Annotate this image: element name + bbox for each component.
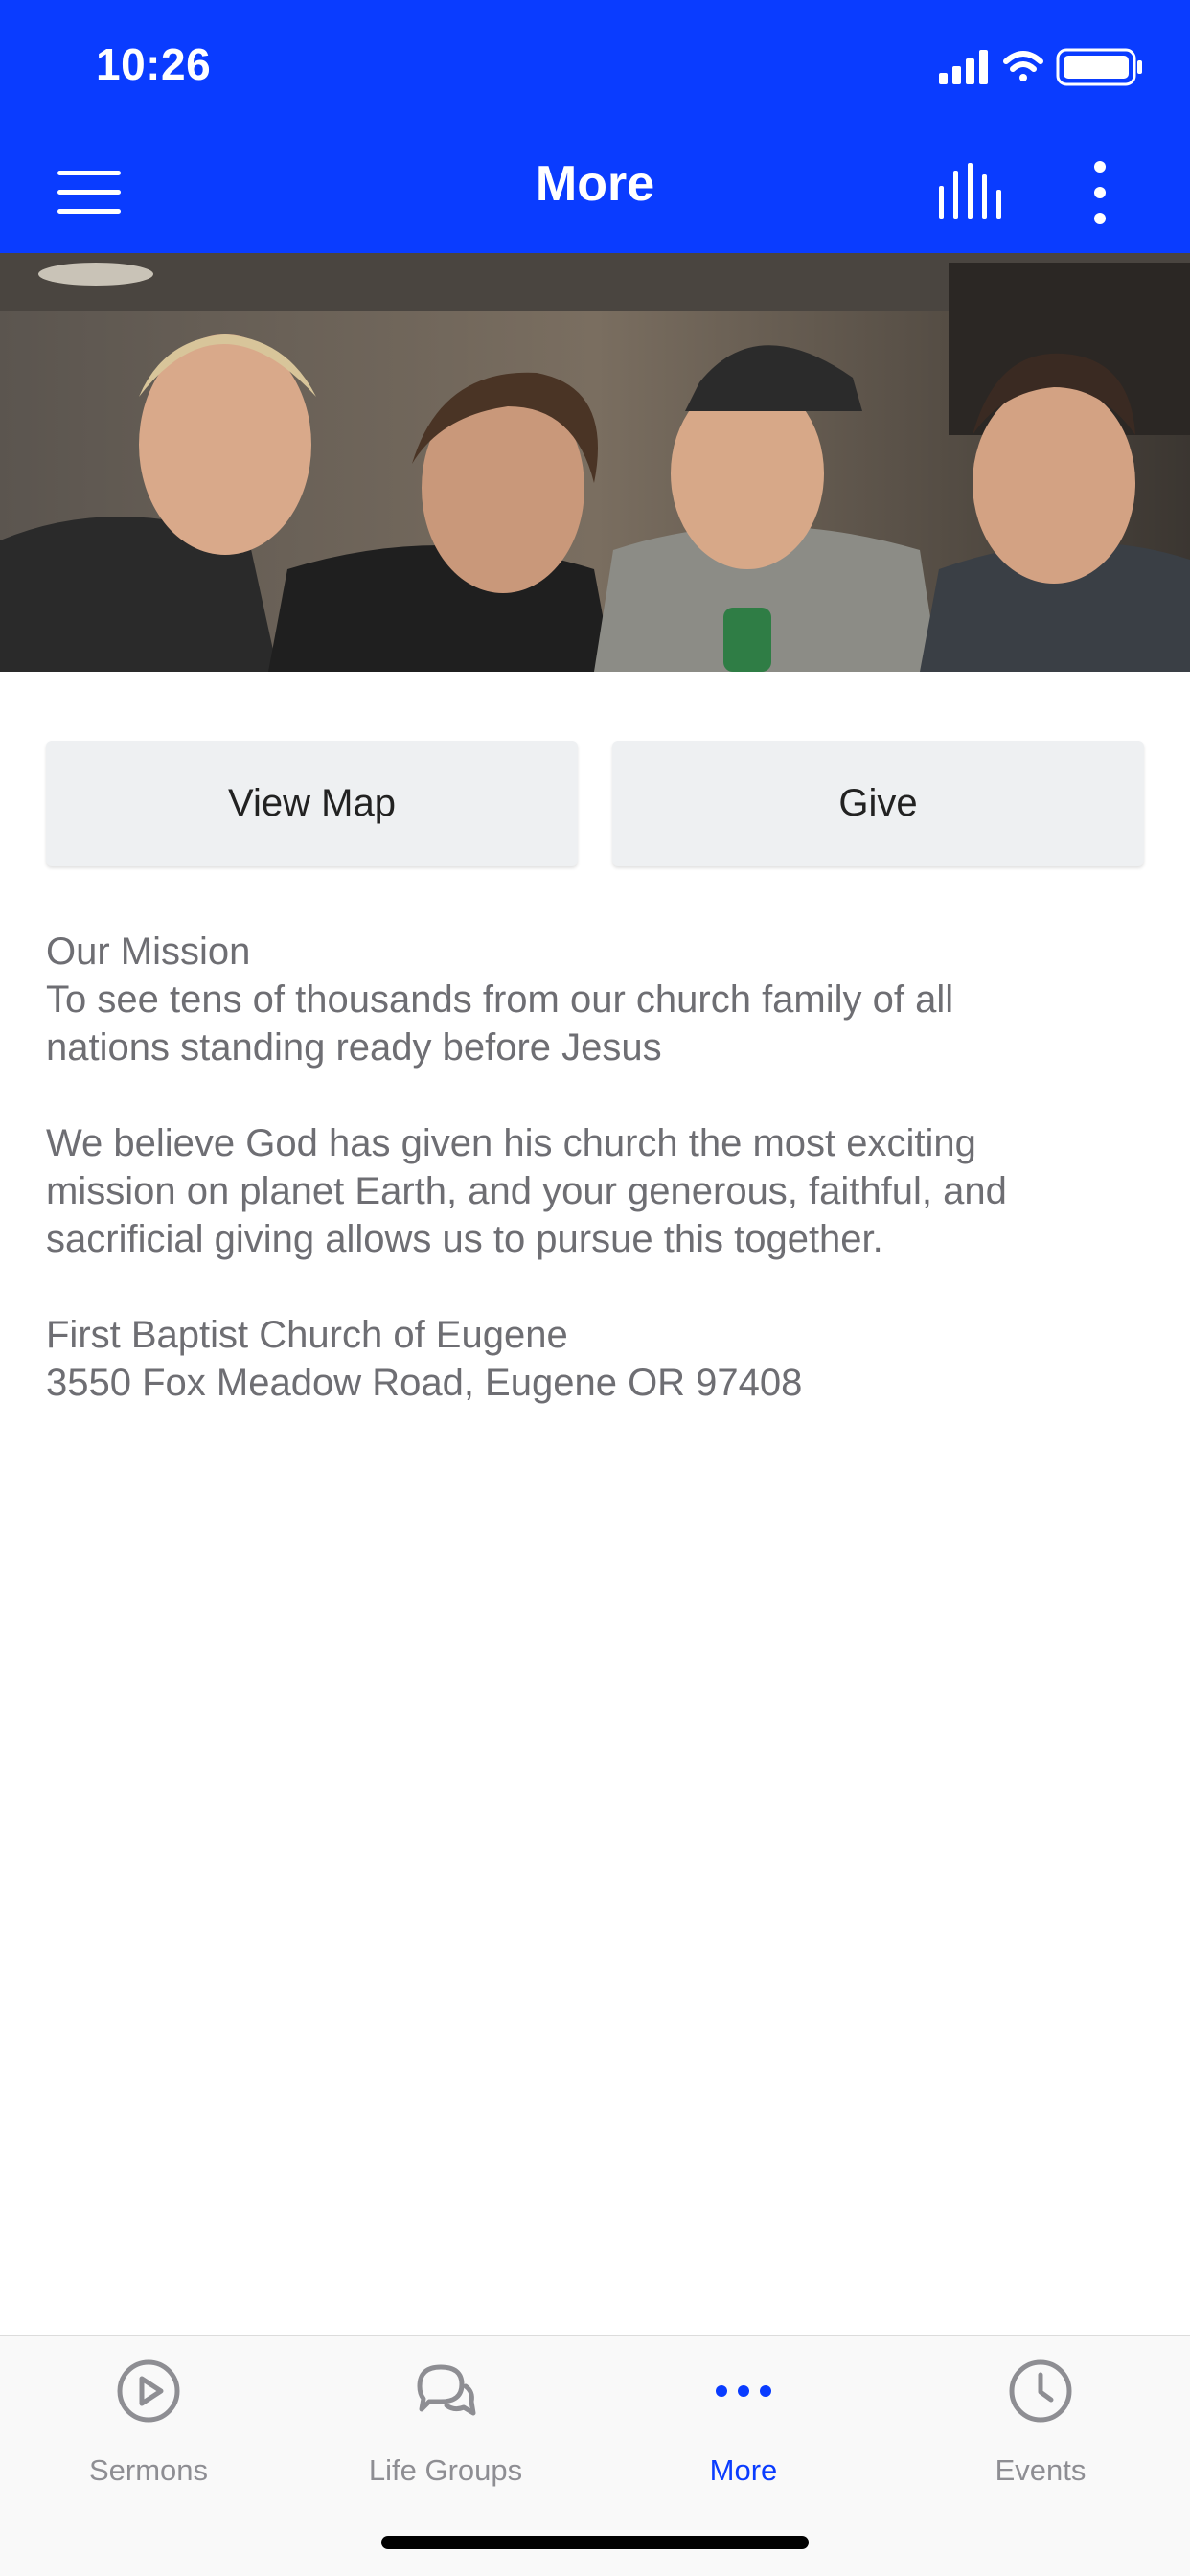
chat-bubbles-icon (417, 2364, 476, 2416)
mission-line-2: nations standing ready before Jesus (46, 1026, 662, 1069)
tab-sermons-label: Sermons (88, 2453, 209, 2487)
app-header: 10:26 More (0, 0, 1190, 253)
tab-life-groups-label: Life Groups (368, 2453, 523, 2487)
status-time: 10:26 (96, 39, 212, 89)
giving-line-3: sacrificial giving allows us to pursue t… (46, 1218, 883, 1260)
tab-events-label: Events (995, 2453, 1087, 2487)
more-screen: 10:26 More View Map Give Our Mission To … (0, 0, 1190, 2576)
mission-content: Our Mission To see tens of thousands fro… (46, 928, 1148, 1407)
vertical-ellipsis-icon[interactable] (1083, 157, 1117, 228)
tab-life-groups[interactable]: Life Groups (297, 2336, 594, 2528)
tab-more[interactable]: More (595, 2336, 892, 2528)
play-circle-icon (117, 2359, 180, 2423)
view-map-button[interactable]: View Map (46, 741, 578, 866)
hero-photo (0, 253, 1190, 672)
home-indicator[interactable] (381, 2536, 809, 2549)
church-name: First Baptist Church of Eugene (46, 1314, 568, 1356)
mission-line-1: To see tens of thousands from our church… (46, 978, 954, 1021)
clock-icon (1009, 2359, 1072, 2423)
tab-more-label: More (709, 2453, 778, 2487)
give-button[interactable]: Give (612, 741, 1144, 866)
cellular-signal-icon (939, 50, 988, 84)
audio-bars-icon[interactable] (935, 161, 1008, 220)
tab-events[interactable]: Events (892, 2336, 1189, 2528)
horizontal-ellipsis-icon (716, 2385, 771, 2397)
wifi-icon (1003, 51, 1043, 81)
status-icons (939, 48, 1142, 86)
giving-line-1: We believe God has given his church the … (46, 1122, 976, 1164)
page-title: More (535, 156, 655, 212)
giving-line-2: mission on planet Earth, and your genero… (46, 1170, 1007, 1212)
church-address: 3550 Fox Meadow Road, Eugene OR 97408 (46, 1362, 803, 1404)
mission-heading: Our Mission (46, 931, 251, 973)
battery-icon (1056, 48, 1142, 86)
hero-photo-illustration (0, 253, 1190, 672)
tab-sermons[interactable]: Sermons (0, 2336, 297, 2528)
